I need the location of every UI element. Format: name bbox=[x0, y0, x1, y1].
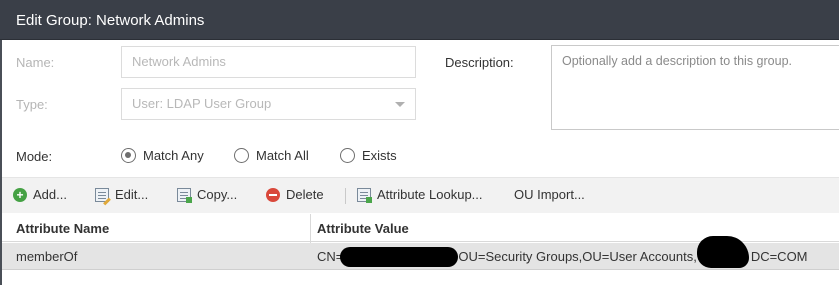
delete-button[interactable]: Delete bbox=[266, 187, 324, 202]
dialog-titlebar: Edit Group: Network Admins bbox=[0, 0, 839, 40]
dialog-title: Edit Group: Network Admins bbox=[16, 12, 205, 29]
add-icon: + bbox=[13, 187, 27, 202]
name-label: Name: bbox=[16, 55, 55, 70]
delete-label: Delete bbox=[286, 187, 324, 202]
delete-icon bbox=[266, 187, 280, 202]
type-label: Type: bbox=[16, 97, 48, 112]
mode-radio-match-all[interactable]: Match All bbox=[234, 148, 309, 163]
copy-button[interactable]: Copy... bbox=[177, 187, 238, 203]
column-header-attribute-name[interactable]: Attribute Name bbox=[16, 221, 109, 236]
ou-import-button[interactable]: OU Import... bbox=[514, 187, 585, 202]
chevron-down-icon bbox=[395, 102, 405, 107]
edit-button[interactable]: Edit... bbox=[95, 187, 148, 202]
name-field[interactable]: Network Admins bbox=[121, 46, 416, 78]
mode-option-label: Match All bbox=[256, 148, 309, 163]
redaction-mark bbox=[697, 236, 749, 268]
description-label: Description: bbox=[445, 55, 514, 70]
radio-unchecked-icon bbox=[234, 148, 249, 163]
edit-label: Edit... bbox=[115, 187, 149, 202]
type-value: User: LDAP User Group bbox=[132, 96, 272, 111]
copy-label: Copy... bbox=[197, 187, 238, 202]
description-textarea[interactable]: Optionally add a description to this gro… bbox=[551, 45, 839, 130]
ou-import-label: OU Import... bbox=[514, 187, 585, 202]
attribute-lookup-button[interactable]: Attribute Lookup... bbox=[357, 187, 483, 203]
attribute-lookup-label: Attribute Lookup... bbox=[377, 187, 483, 202]
radio-unchecked-icon bbox=[340, 148, 355, 163]
radio-checked-icon bbox=[121, 148, 136, 163]
name-value: Network Admins bbox=[132, 54, 226, 69]
mode-option-label: Match Any bbox=[143, 148, 204, 163]
edit-icon bbox=[95, 187, 109, 202]
attribute-name-cell: memberOf bbox=[16, 249, 78, 264]
copy-icon bbox=[177, 187, 192, 203]
mode-option-label: Exists bbox=[362, 148, 397, 163]
mode-label: Mode: bbox=[16, 149, 53, 164]
toolbar-divider bbox=[345, 188, 346, 204]
description-placeholder: Optionally add a description to this gro… bbox=[562, 54, 792, 68]
mode-radio-exists[interactable]: Exists bbox=[340, 148, 397, 163]
add-button[interactable]: + Add... bbox=[13, 187, 67, 202]
value-middle: OU=Security Groups,OU=User Accounts, bbox=[458, 249, 697, 264]
type-select[interactable]: User: LDAP User Group bbox=[121, 88, 416, 120]
column-header-attribute-value[interactable]: Attribute Value bbox=[317, 221, 409, 236]
lookup-icon bbox=[357, 187, 372, 203]
attribute-toolbar: + Add... Edit... Copy... Delete Attribut… bbox=[2, 177, 839, 213]
redaction-mark bbox=[340, 247, 458, 267]
add-label: Add... bbox=[33, 187, 67, 202]
value-suffix: DC=COM bbox=[750, 249, 808, 264]
mode-radio-match-any[interactable]: Match Any bbox=[121, 148, 204, 163]
